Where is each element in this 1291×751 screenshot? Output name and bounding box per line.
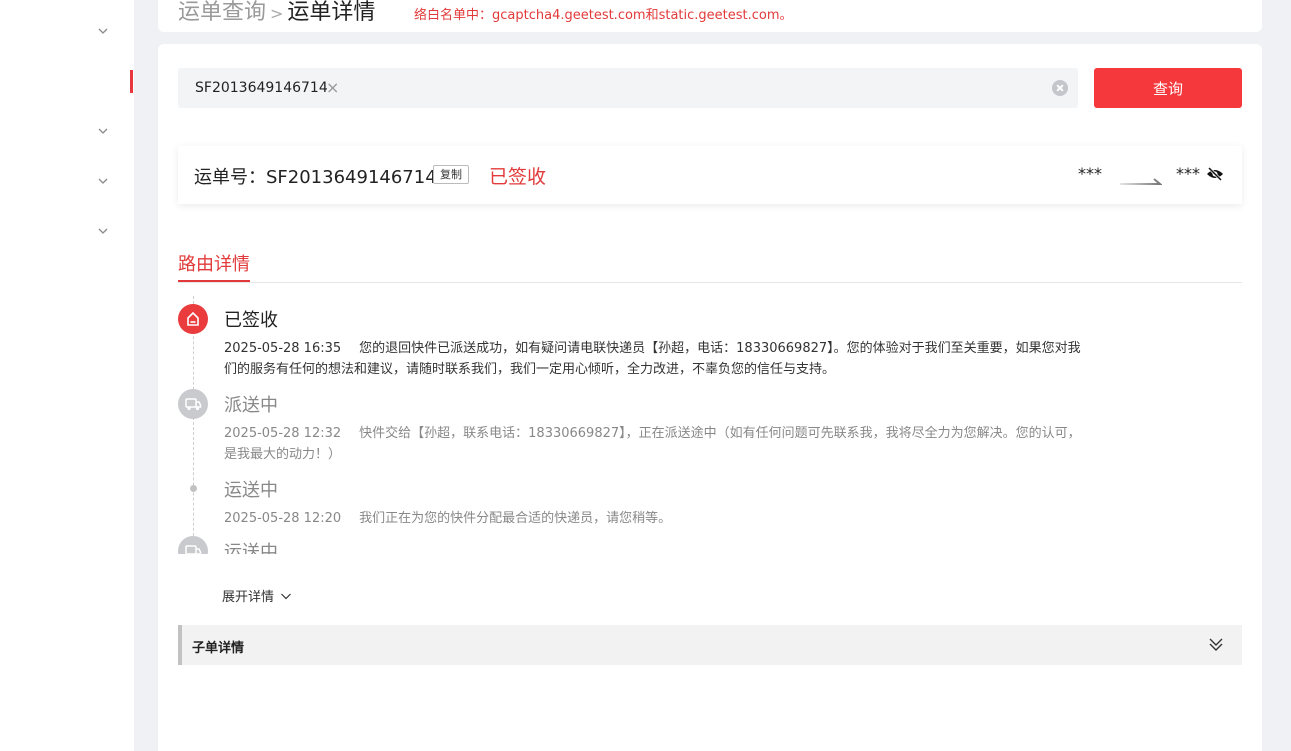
route-timeline: 已签收 2025-05-28 16:35 您的退回快件已派送成功，如有疑问请电联快… [178,296,1242,554]
sub-order-title: 子单详情 [192,641,245,656]
status-badge: 已签收 [489,166,547,188]
breadcrumb-separator: > [270,4,284,23]
timeline-description: 2025-05-28 16:35 您的退回快件已派送成功，如有疑问请电联快递员【孙… [224,338,1086,380]
sidebar [0,0,134,751]
search-tag: SF2013649146714 [195,80,328,96]
clear-icon[interactable] [1052,80,1068,96]
timeline-description: 2025-05-28 12:20 我们正在为您的快件分配最合适的快递员，请您稍等。 [224,508,1086,529]
chevron-down-icon[interactable] [97,25,109,37]
timeline-status: 派送中 [224,395,278,416]
double-chevron-down-icon[interactable] [1208,636,1224,656]
chevron-down-icon [281,593,291,599]
waybill-number: 运单号：SF2013649146714 [194,167,437,188]
signed-home-icon [178,304,208,334]
sub-order-panel[interactable]: 子单详情 [178,625,1242,665]
timeline-text: 您的退回快件已派送成功，如有疑问请电联快递员【孙超，电话：18330669827… [224,341,1081,377]
timeline-text: 快件交给【孙超，联系电话：18330669827】，正在派送途中（如有任何问题可… [224,426,1081,462]
timeline-time: 2025-05-28 12:32 [224,426,342,441]
timeline-dot [190,485,197,492]
query-button[interactable]: 查询 [1094,68,1242,108]
sidebar-active-indicator [130,70,133,93]
timeline-time: 2025-05-28 12:20 [224,511,342,526]
chevron-down-icon[interactable] [97,125,109,137]
timeline-status: 已签收 [224,310,278,331]
waybill-summary: 运单号：SF2013649146714 复制 已签收 *** *** [178,146,1242,204]
timeline-text: 我们正在为您的快件分配最合适的快递员，请您稍等。 [359,511,672,526]
tab-divider [178,282,1242,283]
chevron-down-icon[interactable] [97,175,109,187]
breadcrumb: 运单查询 > 运单详情 [178,0,375,26]
timeline-status: 运送中 [224,480,278,501]
transit-truck-icon [178,536,208,554]
timeline-line [193,296,194,554]
destination-masked: *** [1176,164,1200,183]
tag-close-icon[interactable]: × [326,78,339,97]
timeline-description: 2025-05-28 12:32 快件交给【孙超，联系电话：18330669827… [224,423,1086,465]
origin-masked: *** [1078,164,1102,183]
route-arrow-icon [1120,171,1163,190]
copy-button[interactable]: 复制 [433,165,469,184]
tab-route-details[interactable]: 路由详情 [178,250,250,276]
expand-details-link[interactable]: 展开详情 [222,586,292,605]
eye-off-icon[interactable] [1206,166,1224,186]
main-content: SF2013649146714 × 查询 运单号：SF2013649146714… [158,44,1262,751]
breadcrumb-parent[interactable]: 运单查询 [178,0,266,25]
expand-label: 展开详情 [222,590,275,605]
timeline-time: 2025-05-28 16:35 [224,341,342,356]
whitelist-notice: 络白名单中：gcaptcha4.geetest.com和static.geete… [414,8,793,23]
page-header: 运单查询 > 运单详情 络白名单中：gcaptcha4.geetest.com和st… [158,0,1262,32]
chevron-down-icon[interactable] [97,225,109,237]
page-title: 运单详情 [287,0,376,25]
delivery-truck-icon [178,389,208,419]
timeline-status: 运送中 [224,542,278,554]
waybill-search-input[interactable]: SF2013649146714 × [178,68,1078,108]
